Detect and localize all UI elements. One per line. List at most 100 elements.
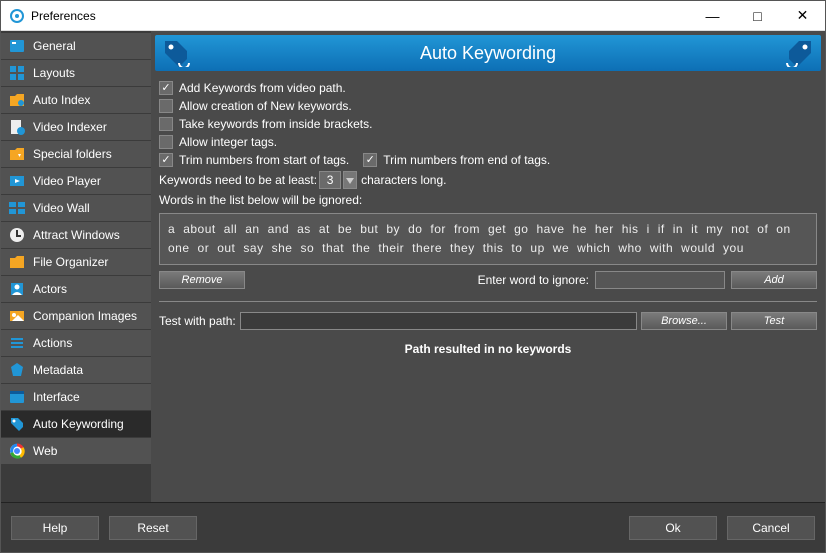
checkbox-icon[interactable] (159, 117, 173, 131)
ignore-word[interactable]: a (168, 220, 175, 239)
ignore-word[interactable]: the (352, 239, 370, 258)
ignore-word[interactable]: he (573, 220, 587, 239)
ignore-word[interactable]: to (511, 239, 522, 258)
reset-button[interactable]: Reset (109, 516, 197, 540)
divider (159, 301, 817, 302)
ignore-word[interactable]: they (450, 239, 475, 258)
ignore-word[interactable]: get (488, 220, 506, 239)
checkbox-icon[interactable] (159, 135, 173, 149)
ignore-word[interactable]: her (595, 220, 614, 239)
sidebar-item-video-player[interactable]: Video Player (1, 168, 151, 195)
sidebar-item-actors[interactable]: Actors (1, 276, 151, 303)
maximize-button[interactable]: □ (735, 1, 780, 31)
ignore-words-list[interactable]: aaboutallanandasatbebutbydoforfromgetgoh… (159, 213, 817, 265)
sidebar-item-auto-keywording[interactable]: Auto Keywording (1, 411, 151, 438)
add-button[interactable]: Add (731, 271, 817, 289)
sidebar-item-label: Attract Windows (33, 228, 120, 242)
ignore-word[interactable]: with (650, 239, 673, 258)
ignore-word[interactable]: there (412, 239, 442, 258)
sidebar-item-video-wall[interactable]: Video Wall (1, 195, 151, 222)
sidebar-item-special-folders[interactable]: Special folders (1, 141, 151, 168)
sidebar-item-actions[interactable]: Actions (1, 330, 151, 357)
ignore-word[interactable]: their (378, 239, 404, 258)
ignore-word[interactable]: that (322, 239, 344, 258)
ignore-word[interactable]: an (245, 220, 259, 239)
sidebar-item-general[interactable]: General (1, 33, 151, 60)
ignore-word[interactable]: by (386, 220, 400, 239)
ignore-word[interactable]: up (530, 239, 544, 258)
ignore-word[interactable]: about (183, 220, 216, 239)
minimize-button[interactable]: ― (690, 1, 735, 31)
check-allow-integer[interactable]: Allow integer tags. (159, 135, 817, 149)
checkbox-icon[interactable] (159, 153, 173, 167)
ignore-word[interactable]: if (658, 220, 665, 239)
checkbox-icon[interactable] (363, 153, 377, 167)
sidebar-item-label: Interface (33, 390, 80, 404)
ok-button[interactable]: Ok (629, 516, 717, 540)
ignore-word-input[interactable] (595, 271, 725, 289)
ignore-word[interactable]: in (673, 220, 683, 239)
sidebar-item-interface[interactable]: Interface (1, 384, 151, 411)
cancel-button[interactable]: Cancel (727, 516, 815, 540)
check-add-from-path[interactable]: Add Keywords from video path. (159, 81, 817, 95)
ignore-word[interactable]: for (430, 220, 446, 239)
ignore-word[interactable]: do (408, 220, 422, 239)
sidebar-item-attract-windows[interactable]: Attract Windows (1, 222, 151, 249)
sidebar-item-companion-images[interactable]: Companion Images (1, 303, 151, 330)
stepper[interactable] (343, 171, 357, 189)
checkbox-icon[interactable] (159, 81, 173, 95)
ignore-word[interactable]: not (731, 220, 749, 239)
ignore-word[interactable]: you (723, 239, 744, 258)
sidebar-item-label: Special folders (33, 147, 112, 161)
checkbox-icon[interactable] (159, 99, 173, 113)
sidebar-item-label: Actions (33, 336, 72, 350)
ignore-word[interactable]: but (360, 220, 378, 239)
ignore-word[interactable]: she (272, 239, 293, 258)
ignore-word[interactable]: it (691, 220, 698, 239)
ignore-word[interactable]: this (483, 239, 504, 258)
close-button[interactable]: ✕ (780, 1, 825, 31)
remove-button[interactable]: Remove (159, 271, 245, 289)
ignore-word[interactable]: so (300, 239, 314, 258)
sidebar-item-metadata[interactable]: Metadata (1, 357, 151, 384)
ignore-word[interactable]: and (268, 220, 290, 239)
checkbox-label: Add Keywords from video path. (179, 81, 346, 95)
test-path-input[interactable] (240, 312, 637, 330)
sidebar-item-video-indexer[interactable]: Video Indexer (1, 114, 151, 141)
ignore-word[interactable]: or (198, 239, 210, 258)
ignore-word[interactable]: say (243, 239, 263, 258)
ignore-word[interactable]: we (553, 239, 569, 258)
check-trim-start[interactable]: Trim numbers from start of tags. (159, 153, 349, 167)
sidebar-item-auto-index[interactable]: Auto Index (1, 87, 151, 114)
ignore-word[interactable]: his (622, 220, 639, 239)
help-button[interactable]: Help (11, 516, 99, 540)
check-allow-new[interactable]: Allow creation of New keywords. (159, 99, 817, 113)
ignore-word[interactable]: i (647, 220, 650, 239)
ignore-word[interactable]: which (577, 239, 610, 258)
ignore-word[interactable]: out (217, 239, 235, 258)
ignore-word[interactable]: at (319, 220, 330, 239)
ignore-word[interactable]: would (681, 239, 715, 258)
ignore-word[interactable]: who (618, 239, 642, 258)
ignore-word[interactable]: one (168, 239, 190, 258)
ignore-word[interactable]: have (536, 220, 564, 239)
ignore-word[interactable]: all (224, 220, 238, 239)
min-length-input[interactable]: 3 (319, 171, 341, 189)
sidebar: GeneralLayoutsAuto IndexVideo Indexer Spe… (1, 31, 151, 502)
sidebar-item-file-organizer[interactable]: File Organizer (1, 249, 151, 276)
ignore-word[interactable]: from (454, 220, 480, 239)
ignore-word[interactable]: as (297, 220, 311, 239)
ignore-word[interactable]: on (776, 220, 790, 239)
check-trim-end[interactable]: Trim numbers from end of tags. (363, 153, 550, 167)
test-button[interactable]: Test (731, 312, 817, 330)
ignore-word[interactable]: go (514, 220, 528, 239)
sidebar-item-layouts[interactable]: Layouts (1, 60, 151, 87)
browse-button[interactable]: Browse... (641, 312, 727, 330)
sidebar-item-web[interactable]: Web (1, 438, 151, 465)
ignore-word[interactable]: be (338, 220, 352, 239)
check-take-brackets[interactable]: Take keywords from inside brackets. (159, 117, 817, 131)
panel-header: Auto Keywording (155, 35, 821, 71)
ignore-word[interactable]: my (706, 220, 723, 239)
sidebar-icon (7, 144, 27, 164)
ignore-word[interactable]: of (757, 220, 768, 239)
